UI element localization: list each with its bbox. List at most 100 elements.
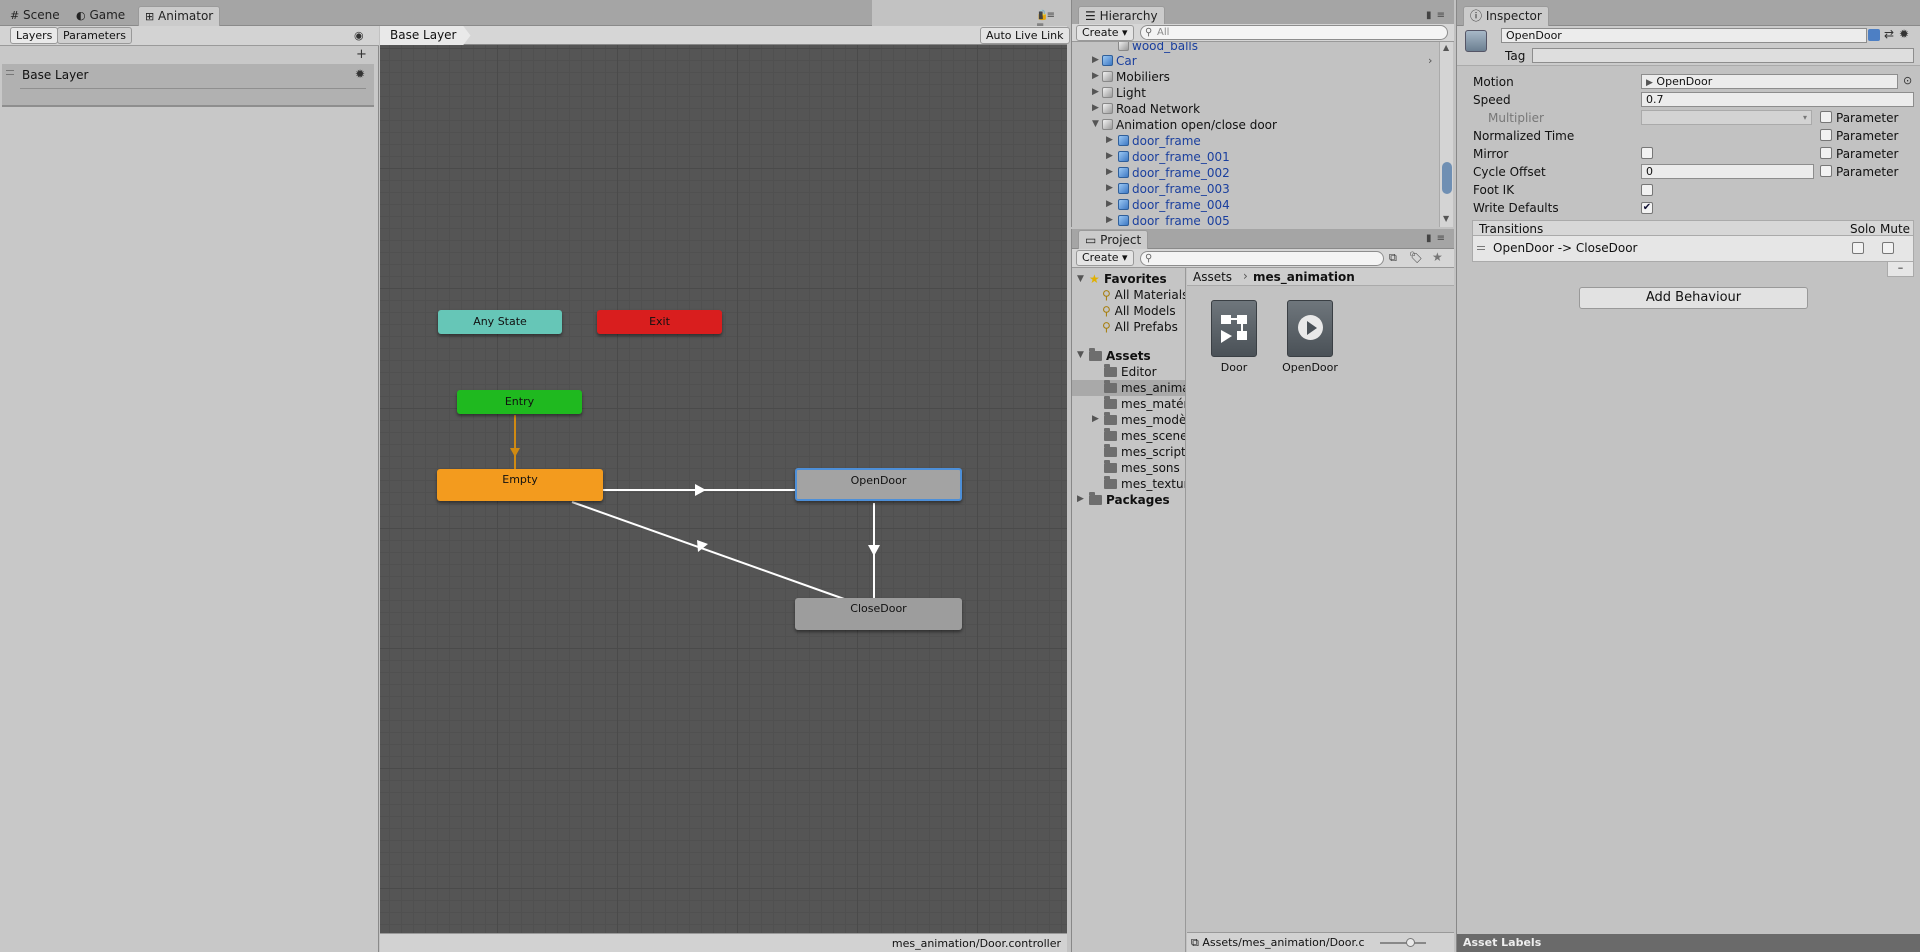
transition-solo-checkbox[interactable] [1852, 242, 1864, 254]
opendoor-state-node[interactable]: OpenDoor [795, 468, 962, 501]
favorite-all-prefabs[interactable]: ⚲ All Prefabs [1102, 319, 1178, 335]
write-defaults-checkbox[interactable]: ✔ [1641, 202, 1653, 214]
folder-editor[interactable]: Editor [1104, 364, 1157, 380]
favorite-star-icon[interactable]: ★ [1432, 250, 1443, 264]
assets-folder[interactable]: Assets [1089, 348, 1151, 364]
asset-opendoor-clip[interactable]: OpenDoor [1282, 300, 1338, 374]
hierarchy-item-door-frame-005[interactable]: door_frame_005 [1118, 213, 1230, 227]
icon-size-slider[interactable] [1380, 938, 1426, 947]
cycle-offset-field[interactable]: 0 [1641, 164, 1814, 179]
asset-door-controller[interactable]: Door [1211, 300, 1259, 374]
expand-arrow-icon[interactable]: ▶ [1106, 135, 1113, 145]
layer-item-base[interactable]: Base Layer ✹ [2, 64, 374, 107]
scroll-down-arrow-icon[interactable]: ▼ [1443, 214, 1449, 223]
help-book-icon[interactable] [1868, 29, 1880, 41]
hierarchy-item-mobiliers[interactable]: Mobiliers [1102, 69, 1170, 85]
layer-settings-gear-icon[interactable]: ✹ [355, 67, 365, 81]
hierarchy-item-car[interactable]: Car [1102, 53, 1137, 69]
folder-mes-animation[interactable]: mes_anima [1104, 380, 1185, 396]
expand-arrow-icon[interactable]: ▶ [1092, 414, 1099, 424]
expand-arrow-icon[interactable]: ▶ [1106, 215, 1113, 225]
motion-field[interactable]: ▶ OpenDoor [1641, 74, 1898, 89]
project-search-input[interactable]: ⚲ [1140, 251, 1384, 266]
favorites-header[interactable]: ★ Favorites [1089, 271, 1167, 287]
hierarchy-search-input[interactable]: ⚲ All [1140, 25, 1448, 40]
drag-handle-icon[interactable] [6, 70, 14, 75]
hierarchy-item-door-frame-002[interactable]: door_frame_002 [1118, 165, 1230, 181]
prefab-open-chevron-icon[interactable]: › [1428, 54, 1432, 67]
favorite-all-materials[interactable]: ⚲ All Materials [1102, 287, 1185, 303]
asset-labels-bar[interactable]: Asset Labels [1457, 934, 1920, 952]
tab-scene[interactable]: # Scene [4, 6, 66, 26]
expand-arrow-icon[interactable]: ▶ [1106, 151, 1113, 161]
tab-animator[interactable]: ⊞ Animator [138, 6, 221, 26]
expand-arrow-icon[interactable]: ▶ [1106, 199, 1113, 209]
hierarchy-item-road-network[interactable]: Road Network [1102, 101, 1200, 117]
visibility-eye-icon[interactable]: ◉ [354, 29, 364, 42]
cycle-offset-parameter-checkbox[interactable] [1820, 165, 1832, 177]
folder-mes-textures[interactable]: mes_textur [1104, 476, 1185, 492]
folder-mes-materiaux[interactable]: mes_matér [1104, 396, 1185, 412]
graph-breadcrumb[interactable]: Base Layer [380, 26, 471, 45]
breadcrumb-assets[interactable]: Assets [1193, 270, 1232, 284]
hierarchy-item-door-frame[interactable]: door_frame [1118, 133, 1201, 149]
mirror-checkbox[interactable] [1641, 147, 1653, 159]
expand-arrow-icon[interactable]: ▶ [1092, 87, 1099, 97]
folder-mes-modeles[interactable]: mes_modèl [1104, 412, 1185, 428]
hierarchy-item-animation-open-close-door[interactable]: Animation open/close door [1102, 117, 1277, 133]
tab-project[interactable]: ▭ Project [1078, 230, 1149, 250]
normalized-time-parameter-checkbox[interactable] [1820, 129, 1832, 141]
folder-mes-scripts[interactable]: mes_scripts [1104, 444, 1185, 460]
layers-tab[interactable]: Layers [10, 27, 59, 44]
object-picker-icon[interactable]: ⊙ [1903, 74, 1912, 87]
hierarchy-create-button[interactable]: Create ▾ [1076, 25, 1134, 41]
preset-settings-icon[interactable]: ⇄ [1884, 27, 1894, 41]
tab-game[interactable]: ◐ Game [70, 6, 131, 26]
closedoor-state-node[interactable]: CloseDoor [795, 598, 962, 630]
any-state-node[interactable]: Any State [438, 310, 562, 334]
animator-window-lock-icon[interactable]: ▮ ≡ [1038, 10, 1055, 21]
multiplier-parameter-checkbox[interactable] [1820, 111, 1832, 123]
entry-node[interactable]: Entry [457, 390, 582, 414]
hierarchy-item-door-frame-001[interactable]: door_frame_001 [1118, 149, 1230, 165]
drag-handle-icon[interactable] [1477, 246, 1485, 250]
mirror-parameter-checkbox[interactable] [1820, 147, 1832, 159]
search-by-type-icon[interactable]: ⧉ [1389, 251, 1397, 265]
empty-default-state-node[interactable]: Empty [437, 469, 603, 501]
expand-arrow-icon[interactable]: ▶ [1092, 103, 1099, 113]
add-layer-icon[interactable]: + [356, 47, 367, 62]
expand-arrow-icon[interactable]: ▶ [1106, 167, 1113, 177]
component-gear-icon[interactable]: ✹ [1899, 27, 1909, 41]
project-create-button[interactable]: Create ▾ [1076, 250, 1134, 266]
packages-folder[interactable]: Packages [1089, 492, 1170, 508]
expand-arrow-icon[interactable]: ▶ [1092, 71, 1099, 81]
transition-mute-checkbox[interactable] [1882, 242, 1894, 254]
auto-live-link-button[interactable]: Auto Live Link [980, 27, 1070, 44]
hierarchy-lock-menu-icon[interactable]: ▮ ≡ [1426, 10, 1446, 21]
tag-field[interactable] [1532, 48, 1914, 63]
add-behaviour-button[interactable]: Add Behaviour [1579, 287, 1808, 309]
expand-arrow-icon[interactable]: ▶ [1092, 55, 1099, 65]
remove-transition-button[interactable]: – [1887, 262, 1914, 277]
search-by-label-icon[interactable]: 🏷 [1409, 251, 1423, 264]
animator-graph-canvas[interactable]: Any State Exit Entry Empty OpenDoor Clos… [380, 45, 1067, 933]
hierarchy-scroll-thumb[interactable] [1442, 162, 1452, 194]
expand-arrow-icon[interactable]: ▶ [1106, 183, 1113, 193]
icon-size-slider-thumb[interactable] [1406, 938, 1415, 947]
collapse-arrow-icon[interactable]: ▼ [1077, 350, 1084, 360]
project-lock-menu-icon[interactable]: ▮ ≡ [1426, 233, 1446, 244]
foot-ik-checkbox[interactable] [1641, 184, 1653, 196]
folder-mes-scenes[interactable]: mes_scenes [1104, 428, 1185, 444]
hierarchy-item-door-frame-004[interactable]: door_frame_004 [1118, 197, 1230, 213]
object-name-field[interactable]: OpenDoor [1501, 28, 1867, 43]
transition-list-item[interactable]: OpenDoor -> CloseDoor [1472, 236, 1914, 262]
folder-mes-sons[interactable]: mes_sons [1104, 460, 1180, 476]
hierarchy-item-door-frame-003[interactable]: door_frame_003 [1118, 181, 1230, 197]
favorite-all-models[interactable]: ⚲ All Models [1102, 303, 1176, 319]
hierarchy-item-light[interactable]: Light [1102, 85, 1146, 101]
closedoor-to-empty-transition[interactable] [571, 501, 848, 601]
parameters-tab[interactable]: Parameters [57, 27, 132, 44]
collapse-arrow-icon[interactable]: ▼ [1077, 274, 1084, 284]
expand-arrow-icon[interactable]: ▶ [1077, 494, 1084, 504]
scroll-up-arrow-icon[interactable]: ▲ [1443, 43, 1449, 52]
